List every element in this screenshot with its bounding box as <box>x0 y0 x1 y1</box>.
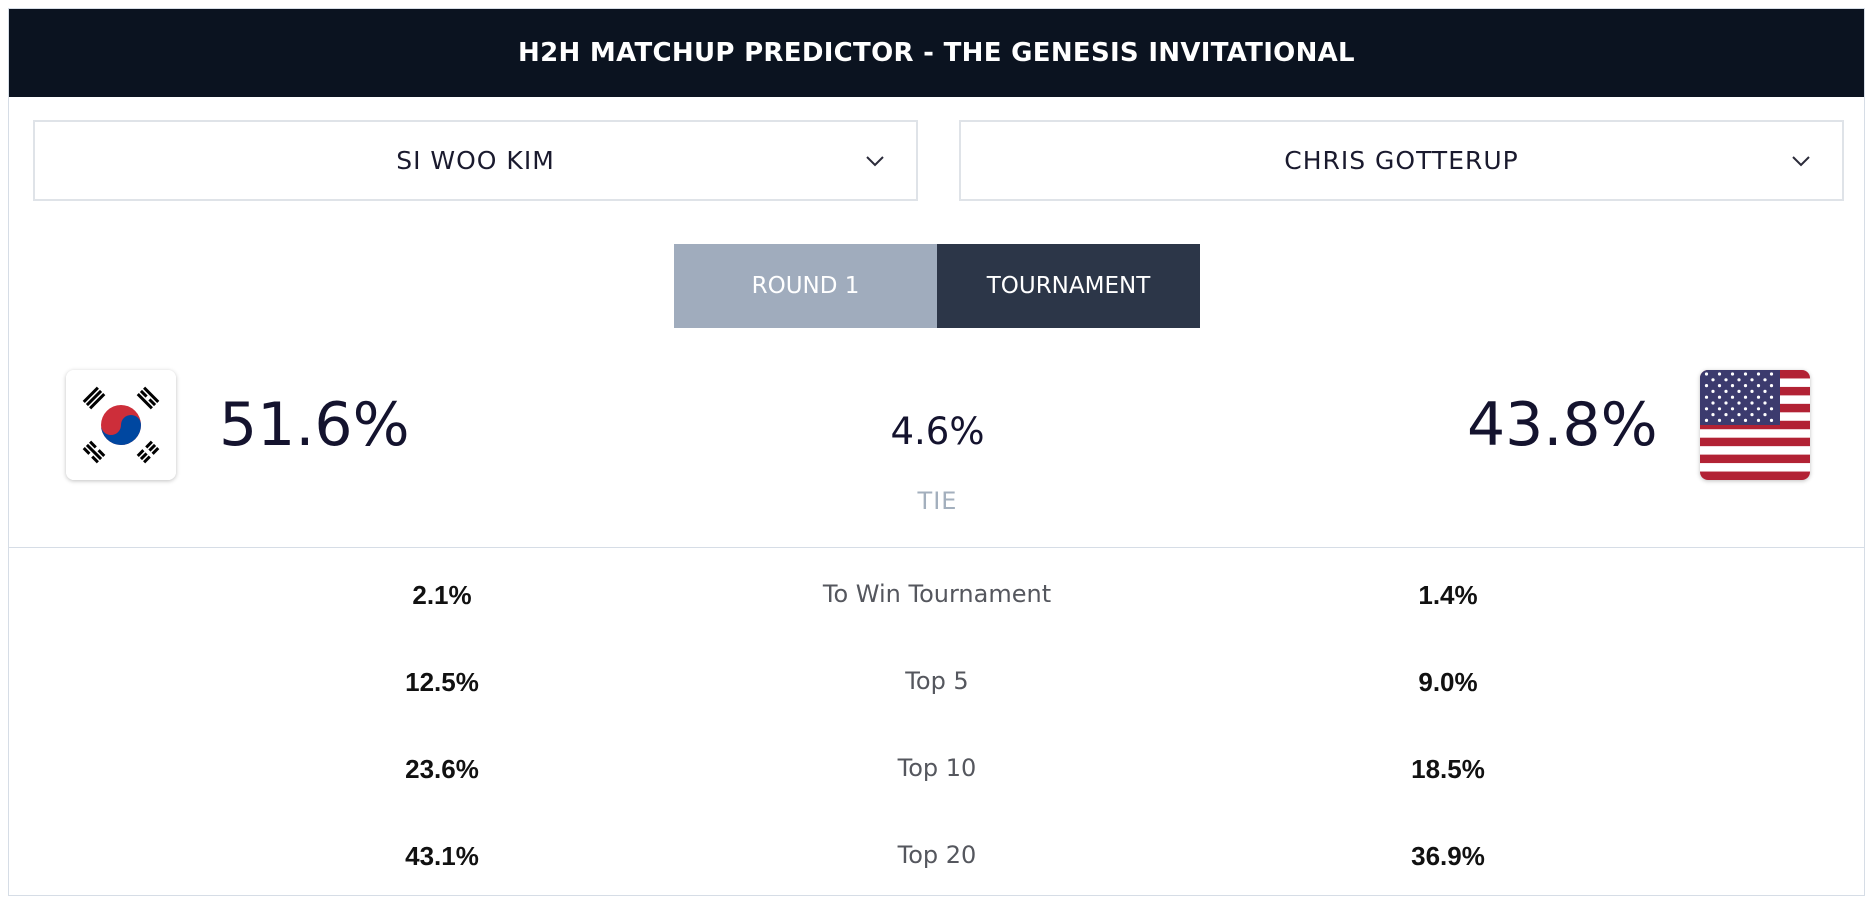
player-left-name: SI WOO KIM <box>396 146 555 175</box>
stat-row-to-win: 2.1% To Win Tournament 1.4% <box>9 560 1866 647</box>
round-tournament-toggle: ROUND 1 TOURNAMENT <box>674 244 1200 328</box>
usa-flag-icon <box>1700 370 1810 480</box>
chevron-down-icon <box>866 156 884 167</box>
stats-table: 2.1% To Win Tournament 1.4% 12.5% Top 5 … <box>9 560 1866 908</box>
stat-label: To Win Tournament <box>822 580 1052 608</box>
widget-title: H2H MATCHUP PREDICTOR - THE GENESIS INVI… <box>9 9 1864 97</box>
stat-left-value: 12.5% <box>405 667 479 697</box>
stat-right-value: 1.4% <box>1418 580 1478 610</box>
stat-row-top-20: 43.1% Top 20 36.9% <box>9 821 1866 908</box>
player-right-win-pct: 43.8% <box>1467 390 1658 460</box>
stat-label: Top 10 <box>897 754 977 782</box>
stat-left-value: 23.6% <box>405 754 479 784</box>
player-right-select[interactable]: CHRIS GOTTERUP <box>959 120 1844 201</box>
stat-label: Top 5 <box>905 667 969 695</box>
chevron-down-icon <box>1792 156 1810 167</box>
stat-left-value: 43.1% <box>405 841 479 871</box>
player-right-name: CHRIS GOTTERUP <box>1284 146 1519 175</box>
stat-row-top-10: 23.6% Top 10 18.5% <box>9 734 1866 821</box>
stat-right-value: 9.0% <box>1418 667 1478 697</box>
round-1-tab[interactable]: ROUND 1 <box>674 244 937 328</box>
stat-label: Top 20 <box>897 841 977 869</box>
section-divider <box>9 547 1864 548</box>
matchup-predictor-widget: H2H MATCHUP PREDICTOR - THE GENESIS INVI… <box>8 8 1865 896</box>
tie-label: TIE <box>917 487 958 515</box>
stat-right-value: 36.9% <box>1411 841 1485 871</box>
tournament-tab[interactable]: TOURNAMENT <box>937 244 1200 328</box>
stat-row-top-5: 12.5% Top 5 9.0% <box>9 647 1866 734</box>
player-left-select[interactable]: SI WOO KIM <box>33 120 918 201</box>
stat-right-value: 18.5% <box>1411 754 1485 784</box>
stat-left-value: 2.1% <box>412 580 472 610</box>
